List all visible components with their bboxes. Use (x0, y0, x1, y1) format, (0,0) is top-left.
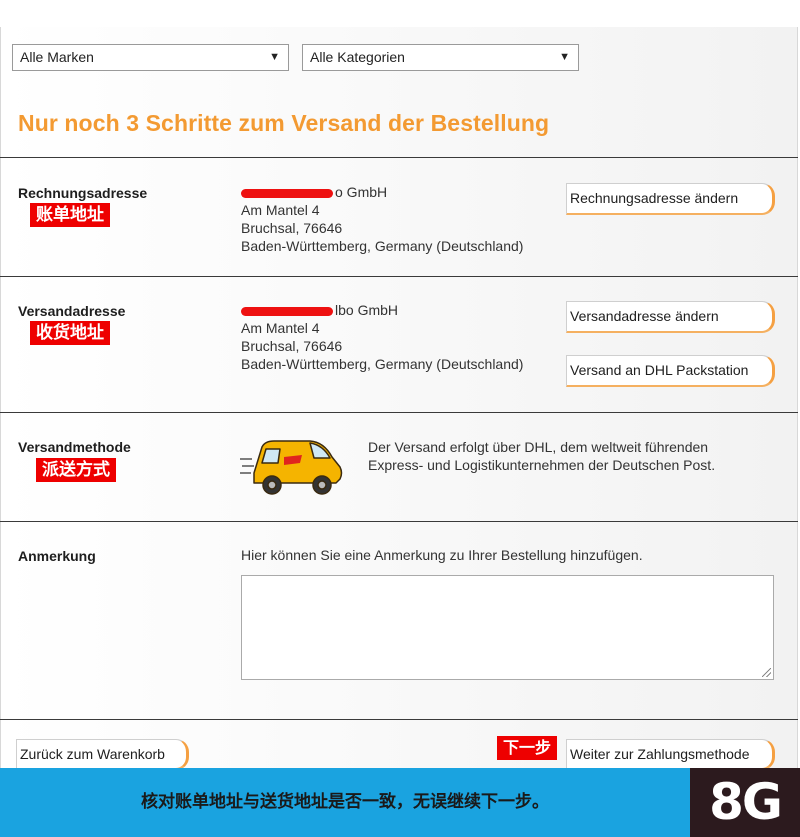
note-textarea[interactable] (241, 575, 774, 680)
section-divider (0, 719, 798, 720)
dhl-van-icon (240, 440, 343, 495)
billing-city: Bruchsal, 76646 (241, 220, 343, 236)
change-shipping-address-button[interactable]: Versandadresse ändern (566, 301, 775, 333)
page-title: Nur noch 3 Schritte zum Versand der Best… (18, 110, 550, 136)
billing-address: o GmbH Am Mantel 4 Bruchsal, 76646 Baden… (241, 183, 523, 255)
logo: 8G (690, 768, 800, 837)
section-divider (0, 276, 798, 277)
category-select-value: Alle Kategorien (310, 49, 405, 65)
dropdown-arrow-icon: ▼ (559, 51, 570, 63)
shipping-company: lbo GmbH (241, 301, 523, 319)
section-divider (0, 412, 798, 413)
billing-region: Baden-Württemberg, Germany (Deutschland) (241, 238, 524, 254)
footer-caption: 核对账单地址与送货地址是否一致，无误继续下一步。 (141, 792, 549, 812)
dropdown-arrow-icon: ▼ (269, 51, 280, 63)
shipping-region: Baden-Württemberg, Germany (Deutschland) (241, 356, 524, 372)
checkout-page (0, 27, 798, 837)
category-select[interactable]: Alle Kategorien ▼ (302, 44, 579, 71)
billing-company: o GmbH (241, 183, 523, 201)
billing-cn-tag: 账单地址 (30, 203, 110, 227)
top-band (0, 0, 800, 27)
shipping-address: lbo GmbH Am Mantel 4 Bruchsal, 76646 Bad… (241, 301, 523, 373)
section-divider (0, 521, 798, 522)
shipping-method-cn-tag: 派送方式 (36, 458, 116, 482)
brand-select-value: Alle Marken (20, 49, 94, 65)
section-divider (0, 157, 798, 158)
redaction-mark (241, 306, 333, 316)
next-step-cn-tag: 下一步 (497, 736, 558, 760)
shipping-method-line2: Express- und Logistikunternehmen der Deu… (368, 457, 716, 473)
billing-label: Rechnungsadresse (18, 185, 148, 201)
billing-street: Am Mantel 4 (241, 202, 320, 218)
shipping-method-line1: Der Versand erfolgt über DHL, dem weltwe… (368, 439, 709, 455)
continue-to-payment-button[interactable]: Weiter zur Zahlungsmethode (566, 739, 775, 770)
caption-footer: 核对账单地址与送货地址是否一致，无误继续下一步。 8G (0, 768, 800, 837)
back-to-cart-button[interactable]: Zurück zum Warenkorb (16, 739, 189, 770)
resize-handle-icon[interactable] (762, 668, 771, 677)
brand-select[interactable]: Alle Marken ▼ (12, 44, 289, 71)
shipping-address-cn-tag: 收货地址 (30, 321, 110, 345)
shipping-method-description: Der Versand erfolgt über DHL, dem weltwe… (368, 438, 715, 474)
redaction-mark (241, 188, 333, 198)
logo-text: 8G (709, 773, 783, 831)
dhl-packstation-button[interactable]: Versand an DHL Packstation (566, 355, 775, 387)
note-label: Anmerkung (18, 548, 96, 564)
shipping-street: Am Mantel 4 (241, 320, 320, 336)
change-billing-address-button[interactable]: Rechnungsadresse ändern (566, 183, 775, 215)
shipping-city: Bruchsal, 76646 (241, 338, 343, 354)
shipping-address-label: Versandadresse (18, 303, 126, 319)
shipping-method-label: Versandmethode (18, 439, 131, 455)
note-hint: Hier können Sie eine Anmerkung zu Ihrer … (241, 547, 643, 563)
